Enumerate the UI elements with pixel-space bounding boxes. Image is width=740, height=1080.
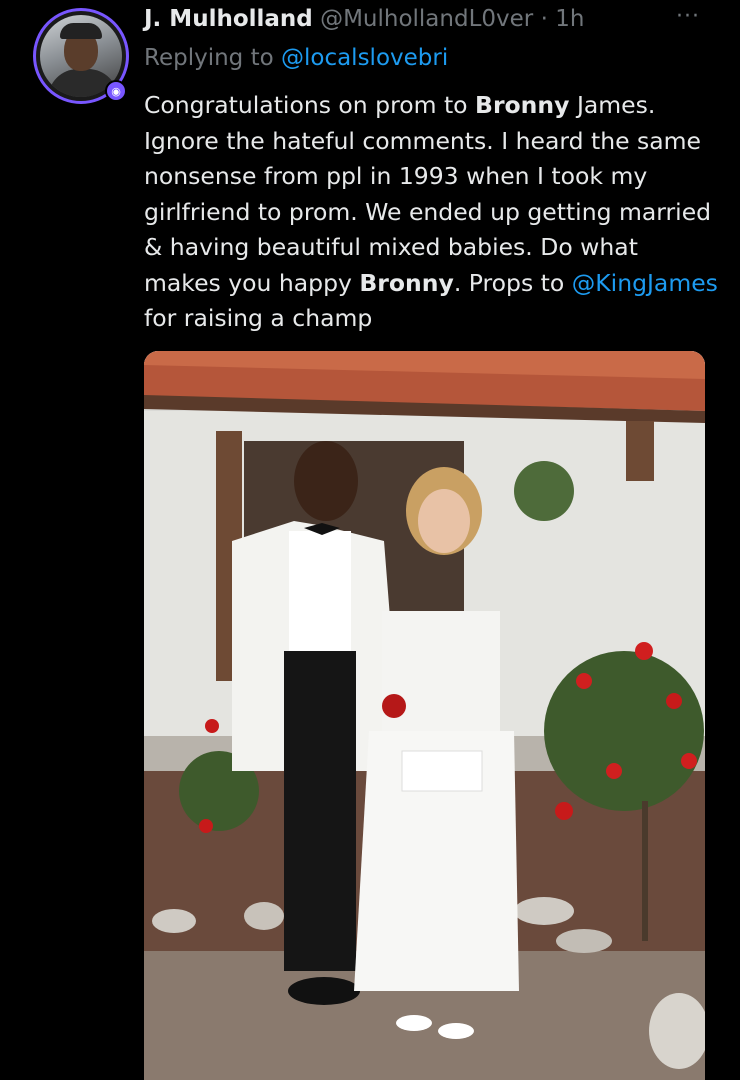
- prom-photo: [144, 351, 705, 1080]
- replying-to: Replying to @localslovebri: [144, 45, 448, 71]
- tweet-header: J. Mulholland @MulhollandL0ver · 1h: [144, 6, 584, 32]
- tweet-text-bold: Bronny: [359, 268, 454, 297]
- tweet-photo[interactable]: [144, 351, 705, 1080]
- tweet-text-part: for raising a champ: [144, 304, 373, 332]
- tweet-text-part: . Props to: [453, 268, 572, 297]
- reply-to-handle-link[interactable]: @localslovebri: [281, 45, 448, 71]
- tweet-text-bold: Bronny: [475, 91, 570, 119]
- tweet-text-part: James. Ignore the hateful comments. I he…: [144, 91, 712, 297]
- tweet-text-part: Congratulations on prom to: [144, 91, 476, 119]
- replying-to-label: Replying to: [144, 45, 274, 71]
- more-options-icon[interactable]: ···: [676, 4, 700, 29]
- separator: ·: [540, 6, 548, 32]
- mention-link[interactable]: @KingJames: [572, 269, 718, 297]
- author-handle[interactable]: @MulhollandL0ver: [320, 6, 533, 32]
- tweet-text: Congratulations on prom to Bronny James.…: [144, 88, 719, 337]
- author-name[interactable]: J. Mulholland: [144, 6, 313, 32]
- spaces-badge-icon: ◉: [105, 80, 127, 102]
- timestamp[interactable]: 1h: [555, 6, 584, 32]
